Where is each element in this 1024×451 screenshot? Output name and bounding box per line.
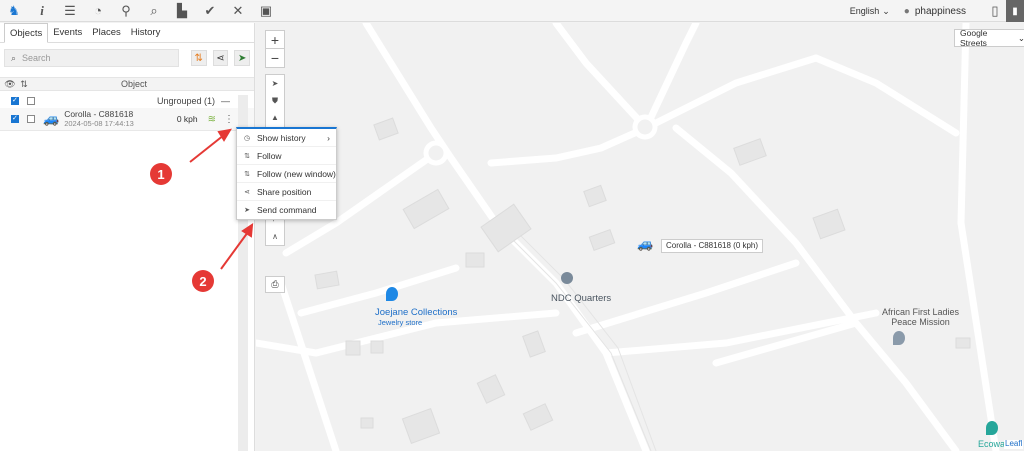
zoom-control: + − bbox=[265, 30, 285, 68]
search-row: ⌕ Search ⇅ ⋖ ➤ bbox=[0, 43, 254, 73]
check-icon[interactable]: ✔ bbox=[196, 0, 224, 22]
menu-label: Follow bbox=[257, 150, 282, 161]
tab-places[interactable]: Places bbox=[87, 23, 126, 42]
info-icon[interactable]: i bbox=[28, 0, 56, 22]
tab-events[interactable]: Events bbox=[48, 23, 87, 42]
more-options-icon[interactable]: ⋮ bbox=[224, 114, 234, 125]
car-icon: 🚙 bbox=[43, 111, 60, 126]
home-icon[interactable]: ♞ bbox=[0, 0, 28, 22]
send-button[interactable]: ➤ bbox=[234, 50, 250, 66]
print-icon[interactable]: ⎙ bbox=[265, 276, 285, 293]
menu-label: Send command bbox=[257, 205, 317, 215]
poi-ecowas[interactable]: Ecowa bbox=[978, 439, 1005, 450]
language-label: English bbox=[849, 6, 880, 16]
object-speed: 0 kph bbox=[176, 114, 198, 124]
menu-show-history[interactable]: ◷ Show history › bbox=[237, 129, 336, 147]
zoom-out-button[interactable]: − bbox=[266, 49, 284, 67]
poi-african-first-ladies[interactable]: African First Ladies Peace Mission bbox=[882, 307, 959, 328]
menu-share-position[interactable]: ⋖ Share position bbox=[237, 183, 336, 201]
object-visible-checkbox[interactable] bbox=[11, 114, 19, 123]
follow-icon: ⇅ bbox=[244, 152, 250, 160]
object-row[interactable]: 🚙 Corolla - C881618 2024-05-08 17:44:13 … bbox=[0, 108, 254, 131]
ndc-pin-icon[interactable] bbox=[561, 272, 573, 284]
map-type-label: Google Streets bbox=[960, 28, 988, 48]
shield-icon[interactable]: ⛊ bbox=[266, 92, 284, 109]
group-visible-checkbox[interactable] bbox=[11, 96, 19, 105]
chart-icon[interactable]: ▙ bbox=[168, 0, 196, 22]
group-row[interactable]: Ungrouped (1) — bbox=[0, 94, 254, 108]
menu-follow[interactable]: ⇅ Follow bbox=[237, 147, 336, 165]
menu-label: Show history bbox=[257, 132, 306, 143]
language-select[interactable]: English ⌄ bbox=[850, 6, 890, 17]
annotation-badge-2: 2 bbox=[192, 270, 214, 292]
table-header: 👁 ⇅ Object bbox=[0, 77, 254, 91]
send-icon: ➤ bbox=[244, 207, 250, 214]
search-input[interactable]: ⌕ Search bbox=[4, 49, 179, 67]
user-icon: ● bbox=[903, 5, 910, 17]
menu-follow-new-window[interactable]: ⇅ Follow (new window) bbox=[237, 165, 336, 183]
annotation-badge-1: 1 bbox=[150, 163, 172, 185]
sliders-icon[interactable]: ☰ bbox=[56, 0, 84, 22]
user-menu[interactable]: ● phappiness bbox=[904, 6, 966, 17]
poi-ndc-quarters[interactable]: NDC Quarters bbox=[551, 293, 611, 304]
african-pin-icon[interactable] bbox=[893, 331, 905, 345]
eye-icon[interactable]: 👁 bbox=[3, 79, 17, 90]
group-follow-checkbox[interactable] bbox=[27, 97, 35, 105]
vehicle-marker[interactable]: 🚙 bbox=[637, 237, 657, 251]
search-icon: ⌕ bbox=[11, 52, 17, 63]
search-icon[interactable]: ⌕ bbox=[140, 0, 168, 22]
menu-label: Follow (new window) bbox=[257, 168, 336, 179]
poi-joejane-collections[interactable]: Joejane Collections bbox=[375, 307, 457, 318]
object-info: Corolla - C881618 2024-05-08 17:44:13 bbox=[64, 109, 134, 128]
location-pin-icon[interactable]: ⚲ bbox=[112, 0, 140, 22]
road-icon[interactable]: ▲ bbox=[266, 109, 284, 126]
object-follow-checkbox[interactable] bbox=[27, 115, 35, 123]
group-label: Ungrouped (1) bbox=[156, 96, 215, 106]
object-context-menu: ◷ Show history › ⇅ Follow ⇅ Follow (new … bbox=[236, 127, 337, 220]
window-icon[interactable]: ▣ bbox=[252, 0, 280, 22]
sidebar-panel: Objects Events Places History ⌕ Search ⇅… bbox=[0, 23, 255, 451]
tools-icon[interactable]: ✕ bbox=[224, 0, 252, 22]
tab-objects[interactable]: Objects bbox=[4, 23, 49, 43]
map-type-select[interactable]: Google Streets ⌄ bbox=[954, 28, 1024, 48]
ecowas-pin-icon[interactable] bbox=[986, 421, 998, 435]
poi-joejane-subtitle: Jewelry store bbox=[378, 318, 423, 327]
leaflet-attribution[interactable]: Leafl bbox=[1004, 439, 1024, 449]
dashboard-icon[interactable]: ◔ bbox=[84, 0, 112, 22]
logout-button[interactable]: ▮ bbox=[1006, 0, 1024, 22]
angle-icon[interactable]: ∧ bbox=[266, 228, 284, 245]
jewelry-pin-icon[interactable] bbox=[386, 287, 398, 301]
chevron-right-icon: › bbox=[327, 132, 330, 143]
clock-icon: ◷ bbox=[243, 134, 251, 142]
share-button[interactable]: ⋖ bbox=[212, 50, 229, 66]
signal-icon: ≋ bbox=[207, 113, 216, 125]
refresh-button[interactable]: ⇅ bbox=[190, 50, 207, 66]
zoom-in-button[interactable]: + bbox=[266, 31, 284, 49]
menu-send-command[interactable]: ➤ Send command bbox=[237, 201, 336, 219]
chevron-down-icon: ⌄ bbox=[1017, 32, 1024, 43]
object-time: 2024-05-08 17:44:13 bbox=[64, 118, 134, 128]
tab-history[interactable]: History bbox=[126, 23, 166, 42]
top-toolbar: ♞ i ☰ ◔ ⚲ ⌕ ▙ ✔ ✕ ▣ English ⌄ ● phappine… bbox=[0, 0, 1024, 22]
search-placeholder: Search bbox=[22, 53, 51, 63]
collapse-icon[interactable]: — bbox=[221, 96, 230, 106]
follow-icon: ⇅ bbox=[244, 170, 250, 178]
menu-label: Share position bbox=[257, 186, 312, 197]
navigate-icon[interactable]: ➤ bbox=[266, 75, 284, 92]
mobile-icon[interactable]: ▯ bbox=[984, 0, 1006, 22]
column-object[interactable]: Object bbox=[121, 79, 147, 89]
share-icon: ⋖ bbox=[244, 188, 250, 196]
vehicle-label: Corolla - C881618 (0 kph) bbox=[661, 239, 764, 253]
poi-african-line2: Peace Mission bbox=[891, 316, 950, 327]
follow-icon[interactable]: ⇅ bbox=[17, 79, 31, 90]
sidebar-tabs: Objects Events Places History bbox=[0, 23, 254, 43]
username: phappiness bbox=[914, 5, 966, 17]
chevron-down-icon: ⌄ bbox=[882, 5, 890, 16]
